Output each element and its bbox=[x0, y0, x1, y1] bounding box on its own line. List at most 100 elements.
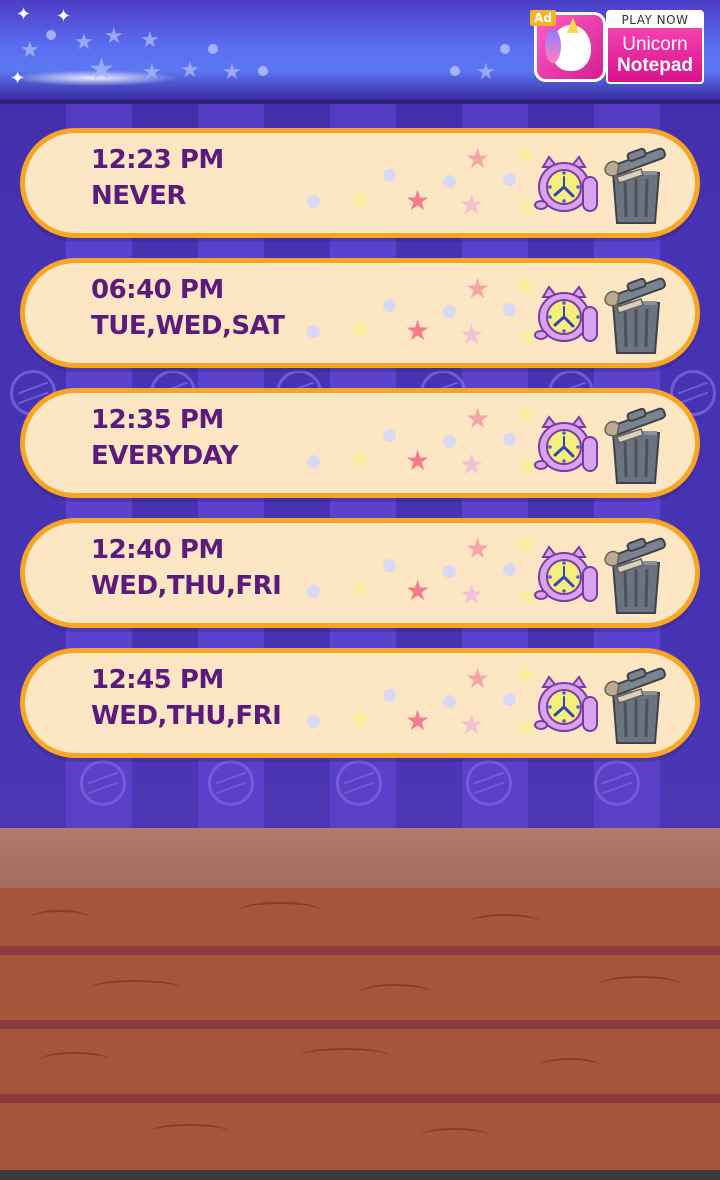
dot-decor bbox=[307, 455, 320, 468]
ad-title-line1: Unicorn bbox=[622, 34, 688, 55]
dot-decor bbox=[503, 173, 516, 186]
star-icon: ★ bbox=[465, 142, 491, 175]
alarm-repeat-days: NEVER bbox=[91, 181, 186, 211]
star-icon: ★ bbox=[142, 60, 162, 85]
yarn-ball-decor bbox=[208, 760, 254, 806]
baseboard bbox=[0, 828, 720, 888]
star-icon: ★ bbox=[347, 442, 373, 475]
dot-decor bbox=[258, 66, 268, 76]
alarm-time: 06:40 PM bbox=[91, 275, 224, 305]
star-icon: ★ bbox=[459, 448, 485, 481]
trash-can-icon[interactable] bbox=[601, 403, 671, 485]
wood-grain bbox=[540, 1058, 600, 1074]
ad-card[interactable]: PLAY NOW Unicorn Notepad bbox=[606, 10, 704, 84]
star-icon: ★ bbox=[88, 52, 115, 87]
wooden-floor bbox=[0, 888, 720, 1170]
star-icon: ★ bbox=[104, 24, 124, 49]
star-icon: ★ bbox=[405, 314, 431, 347]
dot-decor bbox=[383, 429, 396, 442]
alarm-row-3[interactable]: ★ ★ ★ ★ ★ ★ 12:35 PM EVERYDAY bbox=[20, 388, 700, 498]
dot-decor bbox=[503, 563, 516, 576]
trash-can-icon[interactable] bbox=[601, 143, 671, 225]
dot-decor bbox=[450, 66, 460, 76]
star-icon: ★ bbox=[405, 444, 431, 477]
star-icon: ★ bbox=[180, 58, 200, 83]
dot-decor bbox=[500, 44, 510, 54]
dot-decor bbox=[307, 325, 320, 338]
star-icon: ★ bbox=[405, 574, 431, 607]
alarm-time: 12:35 PM bbox=[91, 405, 224, 435]
star-icon: ★ bbox=[459, 318, 485, 351]
play-now-button[interactable]: PLAY NOW bbox=[608, 12, 702, 28]
alarm-time: 12:40 PM bbox=[91, 535, 224, 565]
bottom-edge-bar bbox=[0, 1170, 720, 1180]
dot-decor bbox=[383, 689, 396, 702]
trash-can-icon[interactable] bbox=[601, 533, 671, 615]
ad-title-line2: Notepad bbox=[617, 55, 693, 76]
cat-alarm-clock-icon[interactable] bbox=[533, 285, 603, 345]
wood-grain bbox=[420, 1128, 490, 1144]
star-icon: ★ bbox=[465, 402, 491, 435]
dot-decor bbox=[503, 693, 516, 706]
dot-decor bbox=[383, 169, 396, 182]
dot-decor bbox=[443, 695, 456, 708]
star-icon: ★ bbox=[459, 578, 485, 611]
cat-alarm-clock-icon[interactable] bbox=[533, 155, 603, 215]
ad-banner[interactable]: ✦ ✦ ✦ ★ ★ ★ ★ ★ ★ ★ ★ ★ Ad PLAY NOW Unic… bbox=[0, 0, 720, 100]
star-icon: ★ bbox=[465, 532, 491, 565]
star-icon: ★ bbox=[347, 572, 373, 605]
wood-grain bbox=[240, 902, 320, 918]
alarm-time: 12:45 PM bbox=[91, 665, 224, 695]
cat-alarm-clock-icon[interactable] bbox=[533, 415, 603, 475]
wood-grain bbox=[30, 910, 90, 926]
alarm-row-4[interactable]: ★ ★ ★ ★ ★ ★ 12:40 PM WED,THU,FRI bbox=[20, 518, 700, 628]
star-icon: ★ bbox=[405, 704, 431, 737]
dot-decor bbox=[383, 299, 396, 312]
wood-grain bbox=[150, 1124, 230, 1140]
floor-plank-line bbox=[0, 1094, 720, 1103]
star-icon: ★ bbox=[459, 188, 485, 221]
alarm-repeat-days: EVERYDAY bbox=[91, 441, 239, 471]
star-icon: ★ bbox=[347, 702, 373, 735]
alarm-row-5[interactable]: ★ ★ ★ ★ ★ ★ 12:45 PM WED,THU,FRI bbox=[20, 648, 700, 758]
trash-can-icon[interactable] bbox=[601, 273, 671, 355]
dot-decor bbox=[307, 195, 320, 208]
alarm-repeat-days: WED,THU,FRI bbox=[91, 571, 282, 601]
yarn-ball-decor bbox=[80, 760, 126, 806]
star-icon: ★ bbox=[140, 28, 160, 53]
alarm-repeat-days: TUE,WED,SAT bbox=[91, 311, 285, 341]
dot-decor bbox=[443, 175, 456, 188]
dot-decor bbox=[503, 433, 516, 446]
wood-grain bbox=[470, 914, 540, 930]
dot-decor bbox=[443, 305, 456, 318]
cat-alarm-clock-icon[interactable] bbox=[533, 675, 603, 735]
alarm-row-1[interactable]: ★ ★ ★ ★ ★ ★ 12:23 PM NEVER bbox=[20, 128, 700, 238]
ad-tag: Ad bbox=[530, 10, 556, 26]
dot-decor bbox=[46, 30, 56, 40]
yarn-ball-decor bbox=[336, 760, 382, 806]
star-icon: ★ bbox=[465, 662, 491, 695]
dot-decor bbox=[443, 565, 456, 578]
wood-grain bbox=[360, 984, 430, 1000]
dot-decor bbox=[208, 44, 218, 54]
dot-decor bbox=[443, 435, 456, 448]
trash-can-icon[interactable] bbox=[601, 663, 671, 745]
star-icon: ★ bbox=[20, 38, 40, 63]
star-icon: ★ bbox=[347, 182, 373, 215]
sparkle-icon: ✦ bbox=[56, 6, 72, 27]
sparkle-icon: ✦ bbox=[10, 68, 26, 89]
yarn-ball-decor bbox=[594, 760, 640, 806]
star-icon: ★ bbox=[476, 60, 496, 85]
floor-plank-line bbox=[0, 946, 720, 955]
alarm-time: 12:23 PM bbox=[91, 145, 224, 175]
dot-decor bbox=[503, 303, 516, 316]
dot-decor bbox=[383, 559, 396, 572]
cat-alarm-clock-icon[interactable] bbox=[533, 545, 603, 605]
wood-grain bbox=[40, 1052, 110, 1068]
wood-grain bbox=[600, 976, 680, 992]
alarm-row-2[interactable]: ★ ★ ★ ★ ★ ★ 06:40 PM TUE,WED,SAT bbox=[20, 258, 700, 368]
wood-grain bbox=[300, 1048, 390, 1064]
wood-grain bbox=[90, 980, 180, 996]
star-icon: ★ bbox=[347, 312, 373, 345]
alarm-repeat-days: WED,THU,FRI bbox=[91, 701, 282, 731]
